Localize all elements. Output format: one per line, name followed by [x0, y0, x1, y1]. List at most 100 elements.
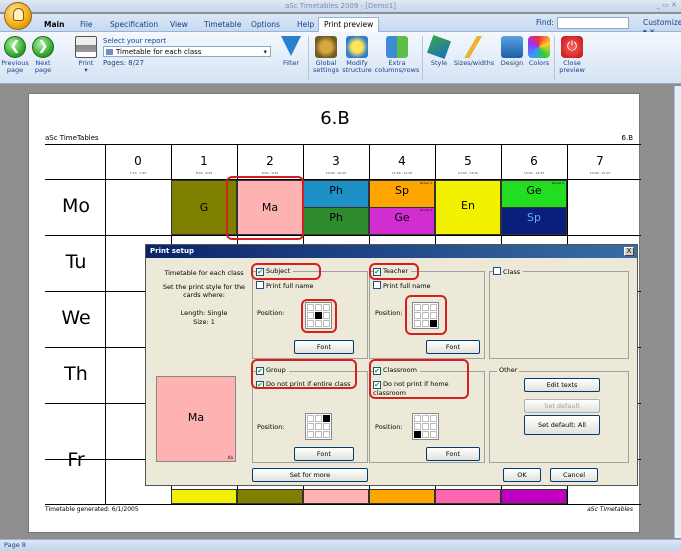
status-bar: Page 8 — [0, 539, 681, 551]
printer-icon — [75, 36, 97, 58]
previous-page-button[interactable]: ❮ Previous page — [1, 36, 29, 74]
tab-help[interactable]: Help — [297, 18, 314, 32]
group-position-grid[interactable] — [305, 413, 332, 440]
highlight-box — [226, 176, 304, 240]
window-title: aSc Timetables 2009 - [Demo1] — [284, 2, 397, 10]
period-number: 4 — [398, 154, 406, 168]
dialog-title: Print setup — [146, 245, 637, 258]
design-button[interactable]: Design — [498, 36, 526, 67]
page-footer-right: aSc Timetables — [587, 506, 633, 513]
extra-columns-button[interactable]: Extra columns/rows — [374, 36, 420, 74]
class-checkbox[interactable]: Class — [493, 267, 524, 276]
highlight-box — [251, 359, 357, 389]
highlight-box — [369, 263, 419, 280]
edit-texts-button[interactable]: Edit texts — [524, 378, 600, 392]
find-input[interactable] — [557, 17, 629, 29]
find-label: Find: — [536, 18, 554, 27]
lesson-card[interactable]: En — [435, 180, 501, 235]
card-length: Length: Single — [180, 309, 228, 317]
position-label: Position: — [257, 309, 285, 317]
lesson-card[interactable] — [501, 489, 567, 504]
lesson-card[interactable] — [435, 489, 501, 504]
teacher-font-button[interactable]: Font — [426, 340, 480, 354]
lesson-card[interactable]: Sp Group 1 — [369, 180, 435, 208]
modify-structure-button[interactable]: Modify structure — [341, 36, 373, 74]
group-font-button[interactable]: Font — [294, 447, 354, 461]
arrow-left-icon: ❮ — [4, 36, 26, 58]
lesson-card[interactable]: Ge Group 1 — [501, 180, 567, 208]
period-time: 13:50 - 14:35 — [523, 171, 545, 175]
report-label: Select your report — [103, 37, 167, 45]
tab-file[interactable]: File — [80, 18, 93, 32]
lesson-card[interactable] — [303, 489, 369, 504]
position-label: Position: — [375, 423, 403, 431]
subject-full-name-checkbox[interactable]: Print full name — [256, 281, 314, 290]
lesson-card[interactable] — [369, 489, 435, 504]
period-time: 10:00 - 10:45 — [325, 171, 347, 175]
power-icon: ⏻ — [561, 36, 583, 58]
tab-print-preview[interactable]: Print preview — [318, 17, 380, 33]
lesson-card[interactable] — [171, 489, 237, 504]
set-default-all-button[interactable]: Set default: All — [524, 415, 600, 435]
highlight-box — [251, 263, 321, 280]
style-button[interactable]: Style — [427, 35, 451, 67]
position-label: Position: — [375, 309, 403, 317]
grid-line — [45, 144, 641, 145]
app-orb-button[interactable] — [4, 2, 32, 30]
period-number: 5 — [464, 154, 472, 168]
close-icon[interactable]: X — [624, 247, 634, 256]
set-default-button[interactable]: Set default — [524, 399, 600, 413]
grid-line — [45, 235, 641, 236]
hammer-icon — [315, 36, 337, 58]
tab-options[interactable]: Options — [251, 18, 280, 32]
vertical-scrollbar[interactable] — [674, 86, 681, 538]
lesson-card[interactable]: Ge Group 2 — [369, 207, 435, 235]
ribbon-separator — [422, 36, 423, 80]
tab-main[interactable]: Main — [44, 18, 64, 32]
lesson-card[interactable]: Ph — [303, 207, 369, 235]
period-number: 6 — [530, 154, 538, 168]
sizes-widths-button[interactable]: Sizes/widths — [452, 36, 496, 67]
subject-font-button[interactable]: Font — [294, 340, 354, 354]
tab-view[interactable]: View — [170, 18, 188, 32]
classroom-font-button[interactable]: Font — [426, 447, 480, 461]
pages-count: Pages: 8/27 — [103, 59, 144, 67]
set-for-more-button[interactable]: Set for more — [252, 468, 368, 482]
period-time: 8:00 - 8:45 — [195, 171, 213, 175]
highlight-box — [301, 299, 337, 333]
print-button[interactable]: Print ▾ — [74, 36, 98, 74]
next-page-button[interactable]: ❯ Next page — [31, 36, 55, 74]
position-label: Position: — [257, 423, 285, 431]
highlight-box — [405, 295, 447, 335]
ribbon-separator — [554, 36, 555, 80]
period-time: 11:00 - 11:45 — [391, 171, 413, 175]
global-settings-button[interactable]: Global settings — [311, 36, 341, 74]
day-label: We — [61, 307, 91, 329]
print-setup-dialog: Print setup X Timetable for each class S… — [145, 244, 638, 486]
period-number: 2 — [266, 154, 274, 168]
period-time: 7:10 - 7:55 — [129, 171, 147, 175]
ok-button[interactable]: OK — [503, 468, 541, 482]
classroom-position-grid[interactable] — [412, 413, 439, 440]
lesson-card[interactable]: Ph — [303, 180, 369, 208]
cancel-button[interactable]: Cancel — [550, 468, 598, 482]
tab-timetable[interactable]: Timetable — [204, 18, 241, 32]
filter-button[interactable]: Filter — [279, 36, 303, 67]
card-preview: Ma Ka — [156, 376, 236, 462]
report-select[interactable]: Timetable for each class — [103, 46, 271, 57]
class-group — [489, 271, 629, 359]
page-footer-left: Timetable generated: 6/1/2005 — [45, 506, 139, 513]
teacher-full-name-checkbox[interactable]: Print full name — [373, 281, 431, 290]
lesson-card[interactable] — [237, 489, 303, 504]
design-icon — [501, 36, 523, 58]
window-controls[interactable]: _ ▭ ✕ — [657, 1, 677, 9]
period-number: 3 — [332, 154, 340, 168]
highlight-box — [369, 359, 469, 399]
tools-icon — [346, 36, 368, 58]
tab-specification[interactable]: Specification — [110, 18, 158, 32]
colors-button[interactable]: Colors — [526, 36, 552, 67]
lesson-card[interactable]: Sp — [501, 207, 567, 235]
style-icon — [427, 35, 451, 59]
grid-line — [45, 504, 641, 505]
close-preview-button[interactable]: ⏻ Close preview — [558, 36, 586, 74]
